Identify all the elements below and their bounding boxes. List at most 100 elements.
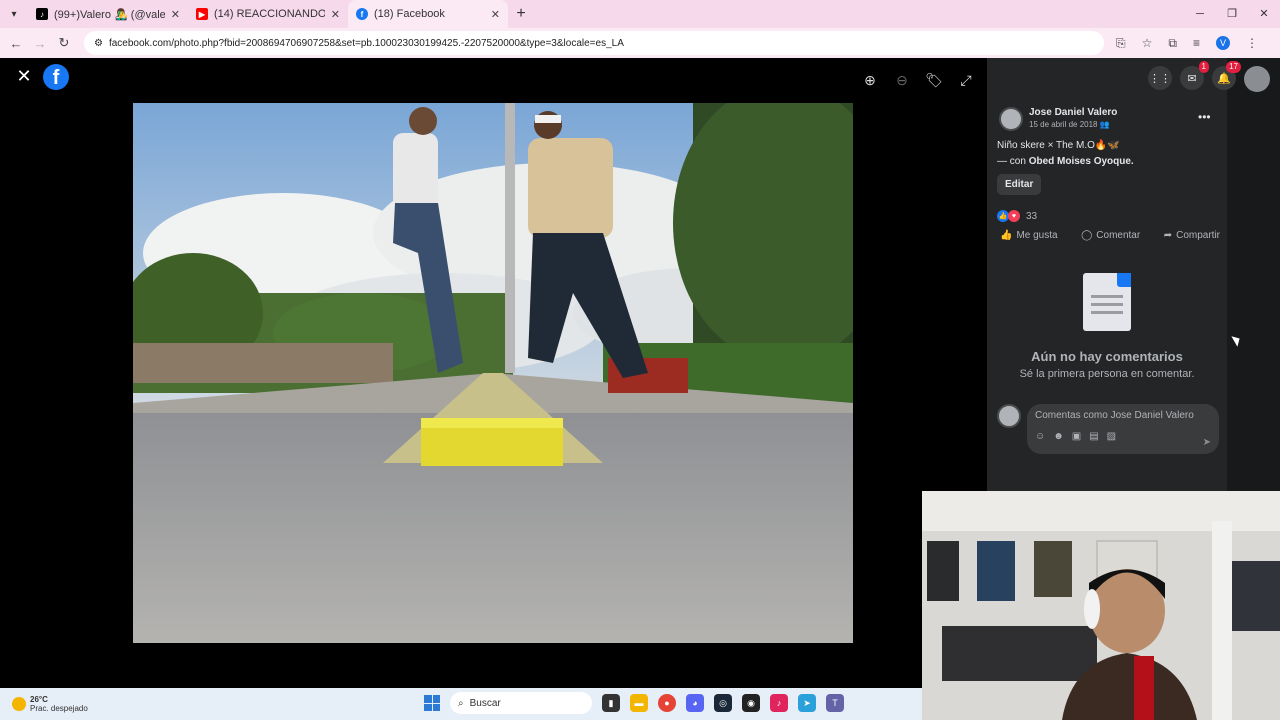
account-avatar[interactable] [1244,66,1270,92]
notifications-badge: 17 [1226,61,1241,73]
gif-icon[interactable]: ▤ [1089,431,1098,442]
avatar-sticker-icon[interactable]: ☺ [1035,431,1045,442]
like-button[interactable]: 👍 Me gusta [1000,230,1058,241]
post-actions: 👍 Me gusta ◯ Comentar ➦ Compartir [1000,230,1220,241]
obs-icon[interactable]: ◉ [742,694,760,712]
address-bar[interactable]: ⚙ facebook.com/photo.php?fbid=2008694706… [84,31,1104,55]
fullscreen-icon[interactable]: ⤢ [956,70,976,90]
notifications-bell-icon[interactable]: 🔔 17 [1212,61,1241,90]
site-info-icon[interactable]: ⚙ [94,38,103,49]
photo-toolbar: ⊕ ⊖ 🏷 ⤢ [860,70,976,90]
minimize-icon[interactable]: ─ [1184,0,1216,28]
tab-close-icon[interactable]: ✕ [171,8,180,21]
reload-icon[interactable]: ↻ [52,35,76,51]
post-date-text: 15 de abril de 2018 [1029,120,1098,129]
camera-icon[interactable]: ▣ [1072,431,1081,442]
tab-title: (14) REACCIONANDO AL VIDE [214,8,325,20]
photo-image [133,103,853,643]
reactions-summary[interactable]: 👍 ♥ 33 [997,210,1037,222]
extensions-icon[interactable]: ⧉ [1168,36,1177,51]
zoom-in-icon[interactable]: ⊕ [860,70,880,90]
send-icon[interactable]: ➤ [1203,437,1211,448]
comment-composer: Comentas como Jose Daniel Valero ☺ ☻ ▣ ▤… [997,404,1219,454]
post-header: Jose Daniel Valero 15 de abril de 2018 👥 [999,107,1117,131]
search-placeholder: Buscar [469,697,501,709]
facebook-logo[interactable]: f [43,64,69,90]
zoom-out-icon[interactable]: ⊖ [892,70,912,90]
browser-menu-icon[interactable]: ⋮ [1246,36,1258,50]
temperature: 26°C [30,695,48,704]
share-arrow-icon: ➦ [1163,230,1173,241]
comment-button[interactable]: ◯ Comentar [1081,230,1140,241]
url-text: facebook.com/photo.php?fbid=200869470690… [108,37,624,49]
youtube-icon: ▶ [196,8,208,20]
panel-gutter [1227,58,1280,492]
post-photo [133,103,853,643]
tab-search-chevron-icon[interactable]: ▾ [0,0,28,28]
profile-avatar[interactable]: V [1215,36,1230,50]
search-icon: ⌕ [458,697,464,709]
comment-label: Comentar [1096,230,1141,241]
tab-youtube[interactable]: ▶ (14) REACCIONANDO AL VIDE ✕ [188,0,348,28]
telegram-icon[interactable]: ➤ [798,694,816,712]
menu-grid-icon[interactable]: ⋮⋮ [1148,66,1172,90]
chrome-icon[interactable]: ● [658,694,676,712]
new-tab-button[interactable]: + [508,5,534,23]
tab-close-icon[interactable]: ✕ [331,8,340,21]
close-icon[interactable]: ✕ [14,66,34,86]
install-icon[interactable]: ⎘ [1116,36,1126,51]
windows-start-icon[interactable] [424,695,440,711]
task-view-icon[interactable]: ▮ [602,694,620,712]
facebook-top-icons: ⋮⋮ ✉ 1 🔔 17 [1148,61,1270,92]
comment-bubble-icon: ◯ [1081,230,1093,241]
post-options-icon[interactable]: ••• [1198,110,1211,124]
weather-widget[interactable]: 26°C Prac. despejado [12,695,88,713]
like-label: Me gusta [1016,230,1058,241]
tab-close-icon[interactable]: ✕ [491,8,500,21]
teams-icon[interactable]: T [826,694,844,712]
reaction-count: 33 [1026,210,1038,222]
tab-facebook[interactable]: f (18) Facebook ✕ [348,0,508,28]
messenger-badge: 1 [1198,61,1209,73]
share-label: Compartir [1176,230,1220,241]
webcam-image [922,491,1280,720]
comment-placeholder: Comentas como Jose Daniel Valero [1035,410,1194,421]
back-icon[interactable]: ← [4,36,28,51]
empty-comments-state: Aún no hay comentarios Sé la primera per… [987,273,1227,380]
post-date[interactable]: 15 de abril de 2018 👥 [1029,120,1117,129]
taskbar-search[interactable]: ⌕ Buscar [450,692,592,714]
tagged-user-link[interactable]: Obed Moises Oyoque. [1029,156,1134,167]
webcam-overlay [922,491,1280,720]
restore-icon[interactable]: ❐ [1216,0,1248,28]
tab-tiktok[interactable]: ♪ (99+)Valero 👨‍🎤 (@valero_soy) | ✕ [28,0,188,28]
media-icon[interactable]: ≡ [1193,36,1200,50]
tiktok-icon: ♪ [36,8,48,20]
comment-input[interactable]: Comentas como Jose Daniel Valero ☺ ☻ ▣ ▤… [1027,404,1219,454]
discord-icon[interactable]: ◕ [686,694,704,712]
bookmark-star-icon[interactable]: ☆ [1142,36,1153,50]
window-close-icon[interactable]: ✕ [1248,0,1280,28]
messenger-icon[interactable]: ✉ 1 [1180,61,1209,90]
file-explorer-icon[interactable]: ▬ [630,694,648,712]
no-comments-subtitle: Sé la primera persona en comentar. [1019,368,1195,380]
love-reaction-icon: ♥ [1008,210,1020,222]
post-caption: Niño skere × The M.O🔥🦋 — con Obed Moises… [997,138,1134,170]
author-avatar[interactable] [999,107,1023,131]
windows-taskbar: 26°C Prac. despejado ⌕ Buscar ▮ ▬ ● ◕ ◎ … [0,688,922,720]
sticker-icon[interactable]: ▨ [1107,431,1116,442]
facebook-icon: f [356,8,368,20]
caption-with: — con [997,156,1026,167]
caption-line: Niño skere × The M.O🔥🦋 [997,140,1120,151]
emoji-icon[interactable]: ☻ [1053,431,1064,442]
tiktok-app-icon[interactable]: ♪ [770,694,788,712]
forward-icon[interactable]: → [28,36,52,51]
tab-title: (18) Facebook [374,8,445,20]
tag-icon[interactable]: 🏷 [924,70,944,90]
document-icon [1083,273,1131,331]
commenter-avatar [997,404,1021,428]
edit-button[interactable]: Editar [997,174,1042,195]
author-name[interactable]: Jose Daniel Valero [1029,107,1117,118]
audience-friends-icon: 👥 [1099,120,1110,129]
share-button[interactable]: ➦ Compartir [1164,230,1220,241]
steam-icon[interactable]: ◎ [714,694,732,712]
